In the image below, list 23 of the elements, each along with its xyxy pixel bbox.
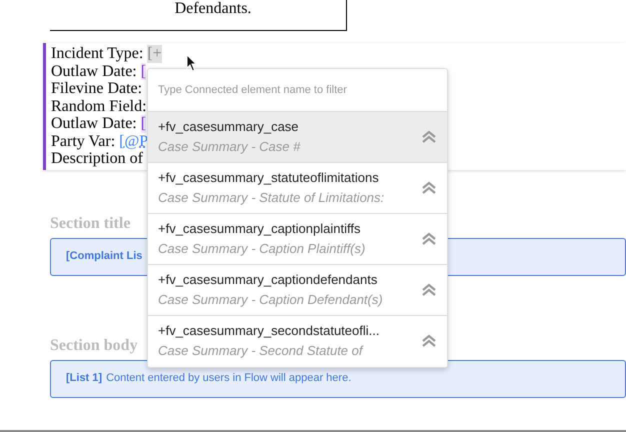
caption-text: Defendants. [174, 1, 252, 19]
section-heading: Section title [50, 214, 130, 234]
field-label: Random Field: [51, 98, 147, 115]
list-tag: [Complaint Lis [66, 248, 142, 265]
section-heading: Section body [50, 336, 138, 356]
element-name: +fv_casesummary_secondstatuteofli... [158, 322, 380, 340]
element-description: Case Summary - Second Statute of [158, 342, 364, 360]
field-label: Incident Type: [51, 45, 144, 62]
element-name: +fv_casesummary_captiondefendants [158, 271, 378, 289]
list-tag: [List 1] [66, 370, 102, 387]
placeholder-text: Content entered by users in Flow will appear here. [106, 371, 352, 386]
element-name: +fv_casesummary_captionplaintiffs [158, 220, 362, 238]
element-description: Case Summary - Case # [158, 138, 302, 156]
field-label: Outlaw Date: [51, 115, 137, 132]
field-label: Filevine Date: [51, 80, 142, 98]
element-description: Case Summary - Statute of Limitations: [158, 189, 386, 207]
element-name: +fv_casesummary_statuteoflimitations [158, 169, 380, 187]
field-label: Description of [51, 150, 143, 168]
element-name: +fv_casesummary_case [158, 118, 300, 136]
field-label: Outlaw Date: [51, 62, 137, 80]
element-description: Case Summary - Caption Defendant(s) [158, 291, 384, 309]
element-description: Case Summary - Caption Plaintiff(s) [158, 240, 366, 258]
field-label: Party Var: [51, 132, 116, 150]
